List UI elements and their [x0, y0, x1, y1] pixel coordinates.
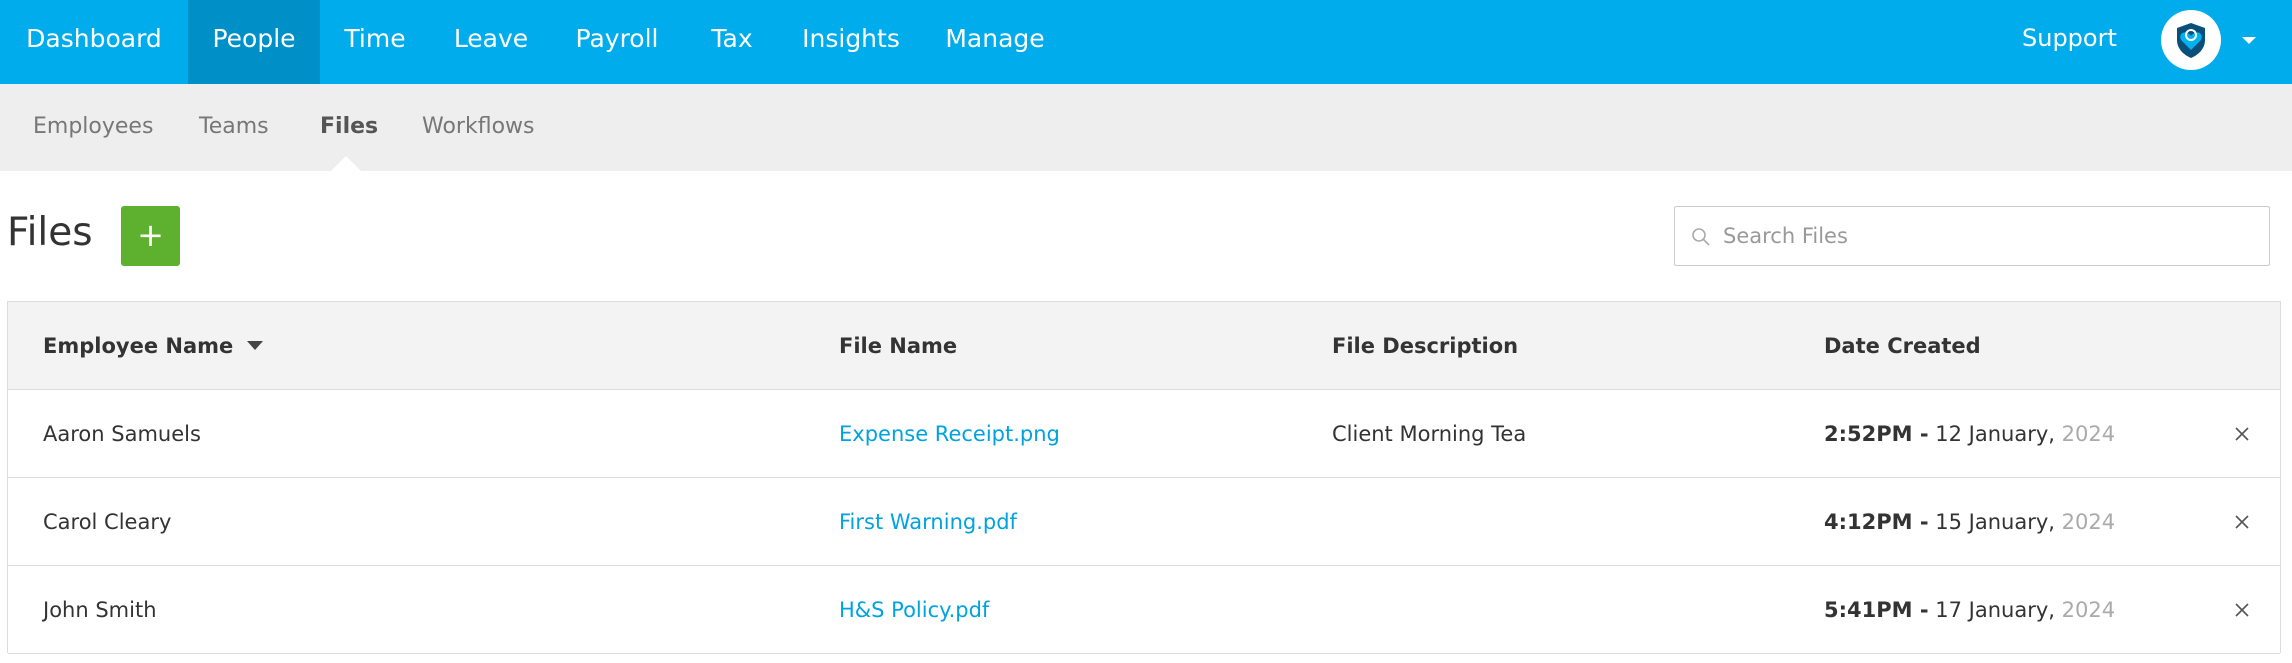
employee-name-cell: Carol Cleary: [43, 510, 172, 534]
created-year: 2024: [2061, 598, 2116, 622]
employee-name-cell: Aaron Samuels: [43, 422, 201, 446]
created-time: 5:41PM -: [1824, 598, 1929, 622]
active-subnav-pointer: [331, 156, 361, 171]
page-title: Files: [7, 210, 93, 255]
shield-heart-icon: [2177, 23, 2205, 58]
table-row: John Smith H&S Policy.pdf 5:41PM - 17 Ja…: [8, 566, 2280, 654]
employee-name-cell: John Smith: [43, 598, 157, 622]
created-year: 2024: [2061, 422, 2116, 446]
subnav-item-workflows[interactable]: Workflows: [422, 84, 534, 171]
date-created-cell: 2:52PM - 12 January, 2024: [1824, 390, 2115, 478]
file-name-link[interactable]: H&S Policy.pdf: [839, 566, 989, 654]
column-header-file-name: File Name: [839, 334, 958, 358]
column-header-file-description: File Description: [1332, 334, 1519, 358]
top-nav: Dashboard People Time Leave Payroll Tax …: [0, 0, 2292, 84]
table-row: Aaron Samuels Expense Receipt.png Client…: [8, 390, 2280, 478]
close-icon[interactable]: [2232, 512, 2252, 532]
created-date: 15 January,: [1935, 510, 2055, 534]
created-date: 17 January,: [1935, 598, 2055, 622]
tab-dashboard[interactable]: Dashboard: [0, 0, 188, 84]
add-file-button[interactable]: +: [121, 206, 180, 266]
date-created-cell: 5:41PM - 17 January, 2024: [1824, 566, 2115, 654]
avatar[interactable]: [2161, 10, 2221, 70]
tab-time[interactable]: Time: [320, 0, 430, 84]
sort-descending-icon: [247, 340, 264, 350]
date-created-cell: 4:12PM - 15 January, 2024: [1824, 478, 2115, 566]
tab-payroll[interactable]: Payroll: [552, 0, 682, 84]
tab-insights[interactable]: Insights: [782, 0, 920, 84]
search-box: [1674, 206, 2270, 266]
search-icon: [1692, 228, 1710, 246]
support-link[interactable]: Support: [2022, 0, 2117, 78]
file-description-cell: Client Morning Tea: [1332, 422, 1527, 446]
created-time: 4:12PM -: [1824, 510, 1929, 534]
subnav-item-employees[interactable]: Employees: [33, 84, 153, 171]
created-date: 12 January,: [1935, 422, 2055, 446]
tab-tax[interactable]: Tax: [682, 0, 782, 84]
file-name-link[interactable]: First Warning.pdf: [839, 478, 1017, 566]
tab-leave[interactable]: Leave: [430, 0, 552, 84]
file-name-link[interactable]: Expense Receipt.png: [839, 390, 1060, 478]
column-header-date-created: Date Created: [1824, 334, 1981, 358]
close-icon[interactable]: [2232, 600, 2252, 620]
search-input[interactable]: [1723, 207, 2253, 265]
table-header: Employee Name File Name File Description…: [8, 302, 2280, 390]
tab-people[interactable]: People: [188, 0, 320, 84]
table-row: Carol Cleary First Warning.pdf 4:12PM - …: [8, 478, 2280, 566]
close-icon[interactable]: [2232, 424, 2252, 444]
files-table: Employee Name File Name File Description…: [7, 301, 2281, 654]
column-header-label: Employee Name: [43, 334, 234, 358]
created-year: 2024: [2061, 510, 2116, 534]
created-time: 2:52PM -: [1824, 422, 1929, 446]
column-header-employee-name[interactable]: Employee Name: [43, 302, 264, 390]
chevron-down-icon[interactable]: [2238, 29, 2260, 51]
subnav-item-teams[interactable]: Teams: [199, 84, 269, 171]
tab-manage[interactable]: Manage: [920, 0, 1070, 84]
